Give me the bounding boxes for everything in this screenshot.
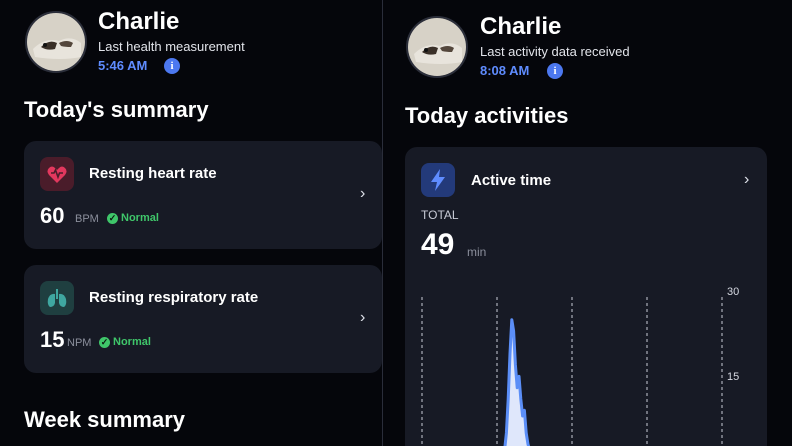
resting-heart-rate-card[interactable]: Resting heart rate › 60 BPM ✓ Normal <box>24 141 382 249</box>
resting-respiratory-rate-card[interactable]: Resting respiratory rate › 15 NPM ✓ Norm… <box>24 265 382 373</box>
avatar[interactable] <box>406 16 468 78</box>
last-activity-time: 8:08 AM <box>480 63 530 78</box>
status-badge: ✓ Normal <box>107 212 159 224</box>
y-tick-label: 15 <box>727 371 739 383</box>
active-time-chart: 30 15 <box>421 286 739 446</box>
chevron-right-icon[interactable]: › <box>360 309 365 327</box>
check-icon: ✓ <box>107 212 118 224</box>
status-badge: ✓ Normal <box>99 336 151 348</box>
activity-area <box>503 318 531 446</box>
profile-subtitle: Last activity data received <box>480 44 630 59</box>
profile-name: Charlie <box>98 8 180 35</box>
y-tick-label: 30 <box>727 286 739 298</box>
status-text: Normal <box>113 336 151 348</box>
metric-unit: BPM <box>75 213 99 225</box>
status-text: Normal <box>121 212 159 224</box>
week-summary-title: Week summary <box>24 407 186 432</box>
info-icon[interactable]: i <box>164 58 180 74</box>
card-title: Resting respiratory rate <box>89 289 259 306</box>
check-icon: ✓ <box>99 336 110 348</box>
profile-subtitle: Last health measurement <box>98 39 245 54</box>
lungs-icon <box>40 281 74 315</box>
metric-value: 60 <box>40 203 65 228</box>
card-title: Resting heart rate <box>89 165 217 182</box>
today-activities-title: Today activities <box>405 103 569 128</box>
dog-photo <box>408 18 466 76</box>
health-panel: Charlie Last health measurement 5:46 AM … <box>0 0 382 446</box>
dog-photo <box>27 13 85 71</box>
active-time-card[interactable]: Active time › TOTAL 49 min 30 15 <box>405 147 767 446</box>
last-measurement-time: 5:46 AM <box>98 58 148 73</box>
activity-panel: Charlie Last activity data received 8:08… <box>383 0 792 446</box>
info-icon[interactable]: i <box>547 63 563 79</box>
metric-value: 15 <box>40 327 65 352</box>
chevron-right-icon[interactable]: › <box>360 185 365 203</box>
metric-unit: NPM <box>67 337 92 349</box>
avatar[interactable] <box>25 11 87 73</box>
heart-icon <box>40 157 74 191</box>
today-summary-title: Today's summary <box>24 97 209 122</box>
profile-name: Charlie <box>480 13 562 40</box>
